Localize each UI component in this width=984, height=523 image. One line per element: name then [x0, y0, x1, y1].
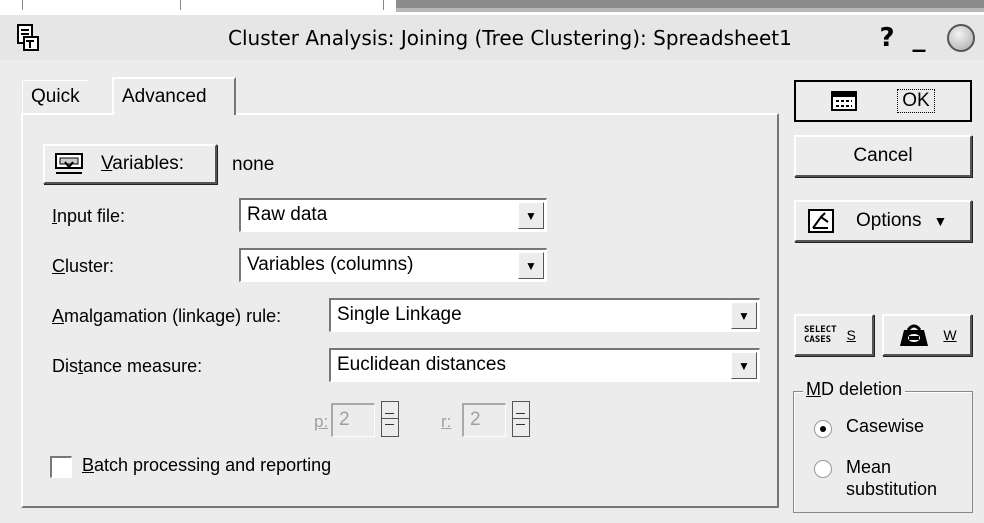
title-bar[interactable]: Cluster Analysis: Joining (Tree Clusteri…: [0, 14, 984, 60]
cluster-dropdown[interactable]: Variables (columns) ▼: [239, 248, 547, 282]
amalgamation-value: Single Linkage: [337, 304, 462, 325]
ok-button[interactable]: OK: [794, 80, 972, 122]
weight-button[interactable]: W: [882, 314, 972, 356]
amalgamation-hotkey: A: [52, 306, 65, 326]
batch-checkbox[interactable]: [50, 456, 72, 478]
weight-hotkey: W: [943, 327, 957, 343]
ok-label: OK: [897, 89, 935, 113]
distance-value: Euclidean distances: [337, 354, 506, 375]
md-title-text: D deletion: [821, 379, 903, 399]
cluster-hotkey: C: [52, 256, 65, 276]
variables-button[interactable]: Variables:: [43, 144, 217, 184]
amalgamation-label: Amalgamation (linkage) rule:: [52, 306, 281, 327]
cluster-label-text: luster:: [65, 256, 115, 276]
background-window-edge: [396, 0, 984, 8]
app-icon[interactable]: [16, 24, 42, 56]
triangle-down-icon: ▼: [738, 358, 750, 373]
select-cases-button[interactable]: SELECT CASES S: [794, 314, 874, 356]
tab-quick[interactable]: Quick: [22, 80, 88, 113]
batch-label[interactable]: Batch processing and reporting: [82, 455, 331, 476]
p-label: p:: [314, 412, 329, 431]
spin-up-icon[interactable]: [382, 402, 398, 419]
input-file-value: Raw data: [247, 204, 328, 225]
input-file-dropdown[interactable]: Raw data ▼: [239, 198, 547, 232]
cancel-button[interactable]: Cancel: [794, 135, 972, 177]
divider: [383, 0, 384, 10]
options-icon: [808, 209, 834, 233]
distance-label-prefix: Dis: [52, 356, 78, 376]
divider: [180, 0, 181, 10]
casewise-radio[interactable]: [814, 420, 832, 438]
tab-advanced[interactable]: Advanced: [112, 77, 236, 115]
dropdown-button[interactable]: ▼: [518, 252, 544, 279]
close-button[interactable]: [944, 23, 978, 53]
dropdown-button[interactable]: ▼: [731, 352, 757, 379]
md-deletion-group: MD deletion Casewise Mean substitution: [793, 379, 973, 513]
batch-hotkey: B: [82, 455, 95, 475]
select-cases-icon: SELECT CASES: [804, 325, 837, 345]
input-file-label-text: nput file:: [57, 206, 126, 226]
r-spinner[interactable]: [512, 401, 530, 437]
options-label: Options: [856, 210, 922, 231]
distance-dropdown[interactable]: Euclidean distances ▼: [329, 348, 760, 382]
select-cases-line2: CASES: [804, 335, 832, 345]
p-input[interactable]: 2: [331, 403, 375, 437]
spin-up-icon[interactable]: [513, 402, 529, 419]
amalgamation-label-text: malgamation (linkage) rule:: [64, 306, 282, 326]
background-window-edge: [396, 8, 984, 12]
triangle-down-icon: ▼: [525, 258, 537, 273]
variables-value: none: [232, 154, 275, 175]
variables-hotkey: V: [101, 153, 113, 174]
distance-label-text: ance measure:: [83, 356, 203, 376]
spin-down-icon[interactable]: [513, 419, 529, 436]
cluster-value: Variables (columns): [247, 254, 414, 275]
p-spinner[interactable]: [381, 401, 399, 437]
distance-label: Distance measure:: [52, 356, 202, 377]
dialog-body: Quick Advanced Variables: none Input fil…: [0, 60, 984, 523]
variables-icon: [55, 153, 83, 174]
options-button[interactable]: Options ▼: [794, 200, 972, 242]
divider: [22, 0, 23, 10]
minimize-button[interactable]: _: [905, 23, 933, 53]
caret-down-icon: ▼: [933, 213, 948, 229]
spin-down-icon[interactable]: [382, 419, 398, 436]
help-button[interactable]: ?: [873, 23, 901, 53]
close-icon: [947, 24, 975, 52]
md-deletion-title: MD deletion: [803, 379, 906, 400]
amalgamation-dropdown[interactable]: Single Linkage ▼: [329, 298, 760, 332]
input-file-label: Input file:: [52, 206, 125, 227]
mean-substitution-label[interactable]: Mean substitution: [846, 456, 966, 500]
weight-icon: [900, 324, 929, 346]
md-hotkey: M: [806, 379, 821, 399]
triangle-down-icon: ▼: [525, 208, 537, 223]
select-cases-hotkey: S: [846, 327, 856, 343]
dropdown-button[interactable]: ▼: [731, 302, 757, 329]
select-cases-line1: SELECT: [804, 325, 837, 335]
r-label: r:: [441, 412, 452, 431]
cluster-label: Cluster:: [52, 256, 114, 277]
casewise-label[interactable]: Casewise: [846, 416, 924, 437]
triangle-down-icon: ▼: [738, 308, 750, 323]
dropdown-button[interactable]: ▼: [518, 202, 544, 229]
variables-label: ariables:: [112, 153, 185, 174]
mean-substitution-radio[interactable]: [814, 460, 832, 478]
window-title: Cluster Analysis: Joining (Tree Clusteri…: [228, 26, 792, 50]
r-input[interactable]: 2: [462, 403, 506, 437]
batch-label-text: atch processing and reporting: [94, 455, 332, 475]
spreadsheet-icon: [831, 91, 858, 111]
